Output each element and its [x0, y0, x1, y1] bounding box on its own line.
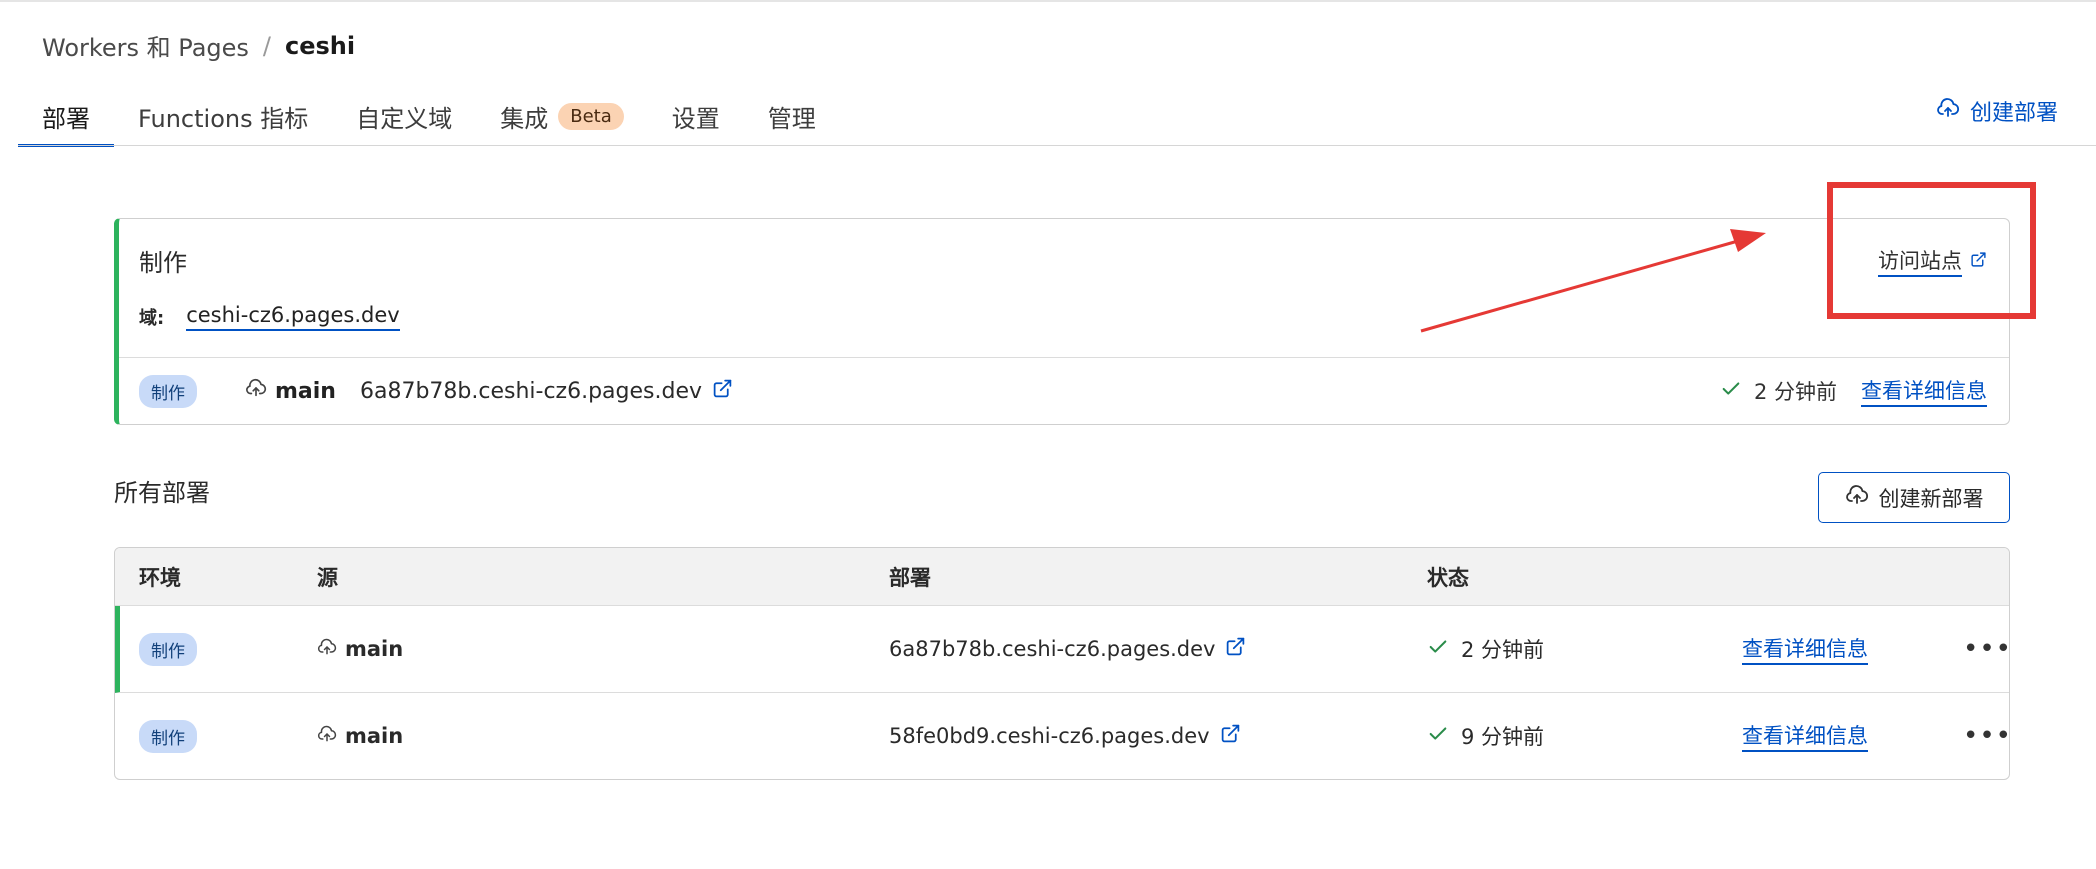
details-cell: 查看详细信息 [1742, 606, 1868, 692]
deployment-status: 2 分钟前 [1720, 376, 1837, 406]
tab-bar: 部署 Functions 指标 自定义域 集成 Beta 设置 管理 [18, 86, 834, 147]
domain-label: 域: [139, 308, 165, 329]
external-link-icon[interactable] [712, 378, 733, 405]
breadcrumb-current: ceshi [285, 31, 356, 60]
all-deployments-title: 所有部署 [114, 479, 210, 507]
cloud-upload-icon [317, 637, 337, 662]
column-header-status: 状态 [1427, 566, 1469, 590]
breadcrumb-parent[interactable]: Workers 和 Pages [42, 28, 249, 63]
view-details-link[interactable]: 查看详细信息 [1742, 720, 1868, 752]
actions-cell: ••• [1963, 606, 2009, 692]
domain-link[interactable]: ceshi-cz6.pages.dev [186, 303, 400, 331]
production-deployment-row: 制作 main 6a87b78b.ceshi-cz6.pages.dev 2 分… [139, 357, 1987, 425]
tab-integrations[interactable]: 集成 Beta [476, 86, 648, 146]
tab-custom-domains[interactable]: 自定义域 [332, 86, 476, 146]
actions-cell: ••• [1963, 693, 2009, 779]
deployment-url-text: 58fe0bd9.ceshi-cz6.pages.dev [889, 724, 1210, 748]
view-details-link[interactable]: 查看详细信息 [1861, 375, 1987, 407]
create-deployment-label: 创建部署 [1969, 101, 2058, 126]
environment-badge: 制作 [139, 719, 197, 753]
create-deployment-link[interactable]: 创建部署 [1936, 95, 2058, 127]
branch-source: main [245, 377, 336, 405]
deployment-url-text: 6a87b78b.ceshi-cz6.pages.dev [359, 378, 703, 404]
source-cell: main [317, 606, 403, 692]
environment-badge: 制作 [139, 374, 197, 408]
tab-settings[interactable]: 设置 [648, 86, 744, 146]
tab-label: 管理 [767, 104, 816, 133]
cloud-upload-icon [245, 377, 267, 405]
more-actions-icon[interactable]: ••• [1963, 721, 2009, 751]
tab-deployments[interactable]: 部署 [18, 86, 114, 147]
table-row: 制作 main 58fe0bd9.ceshi-cz6.pages.dev 9 分… [115, 693, 2009, 779]
top-border [0, 0, 2096, 2]
deployment-status-group: 2 分钟前 查看详细信息 [1720, 375, 1987, 407]
tab-manage[interactable]: 管理 [744, 86, 840, 146]
branch-name: main [345, 724, 404, 748]
deployment-time: 9 分钟前 [1461, 725, 1545, 749]
view-details-link[interactable]: 查看详细信息 [1742, 633, 1868, 665]
cloud-upload-icon [317, 724, 337, 749]
column-header-deployment: 部署 [889, 566, 931, 590]
status-cell: 2 分钟前 [1427, 606, 1544, 692]
table-row: 制作 main 6a87b78b.ceshi-cz6.pages.dev 2 分… [115, 606, 2009, 693]
tab-label: Functions 指标 [138, 104, 309, 133]
source-cell: main [317, 693, 403, 779]
create-new-deployment-label: 创建新部署 [1878, 486, 1984, 511]
beta-badge: Beta [558, 102, 624, 130]
deployment-url-text: 6a87b78b.ceshi-cz6.pages.dev [889, 637, 1216, 661]
tab-functions-metrics[interactable]: Functions 指标 [114, 86, 332, 146]
environment-cell: 制作 [139, 693, 197, 779]
cloud-upload-icon [1845, 483, 1869, 512]
check-icon [1720, 378, 1742, 405]
external-link-icon[interactable] [1220, 723, 1241, 749]
deployment-time: 2 分钟前 [1461, 638, 1545, 662]
column-header-source: 源 [317, 566, 338, 590]
check-icon [1427, 636, 1449, 663]
status-cell: 9 分钟前 [1427, 693, 1544, 779]
environment-badge: 制作 [139, 632, 197, 666]
cloud-upload-icon [1936, 96, 1960, 126]
visit-site-label: 访问站点 [1878, 245, 1962, 277]
domain-row: 域: ceshi-cz6.pages.dev [139, 303, 400, 331]
external-link-icon[interactable] [1225, 636, 1246, 662]
deployments-table: 环境 源 部署 状态 制作 main 6a87b78b.ceshi-cz6.pa… [114, 547, 2010, 780]
tab-label: 设置 [671, 104, 720, 133]
breadcrumb: Workers 和 Pages / ceshi [42, 28, 355, 63]
header-divider [18, 145, 2096, 146]
production-card: 制作 域: ceshi-cz6.pages.dev 访问站点 制作 main 6… [114, 218, 2010, 425]
deployment-url: 6a87b78b.ceshi-cz6.pages.dev [360, 378, 733, 405]
create-new-deployment-button[interactable]: 创建新部署 [1818, 472, 2010, 523]
more-actions-icon[interactable]: ••• [1963, 634, 2009, 664]
environment-cell: 制作 [139, 606, 197, 692]
branch-name: main [275, 378, 336, 404]
deployment-cell: 58fe0bd9.ceshi-cz6.pages.dev [889, 693, 1241, 779]
deployment-cell: 6a87b78b.ceshi-cz6.pages.dev [889, 606, 1246, 692]
external-link-icon [1970, 249, 1987, 273]
breadcrumb-separator: / [262, 31, 272, 60]
table-header: 环境 源 部署 状态 [115, 548, 2009, 606]
tab-label: 集成 [500, 104, 549, 133]
visit-site-link[interactable]: 访问站点 [1878, 245, 1987, 277]
details-cell: 查看详细信息 [1742, 693, 1868, 779]
check-icon [1427, 723, 1449, 750]
branch-name: main [345, 637, 404, 661]
tab-label: 部署 [42, 104, 90, 133]
column-header-environment: 环境 [139, 566, 181, 590]
tab-label: 自定义域 [356, 104, 453, 133]
production-title: 制作 [139, 249, 187, 277]
deployment-time: 2 分钟前 [1753, 380, 1837, 404]
